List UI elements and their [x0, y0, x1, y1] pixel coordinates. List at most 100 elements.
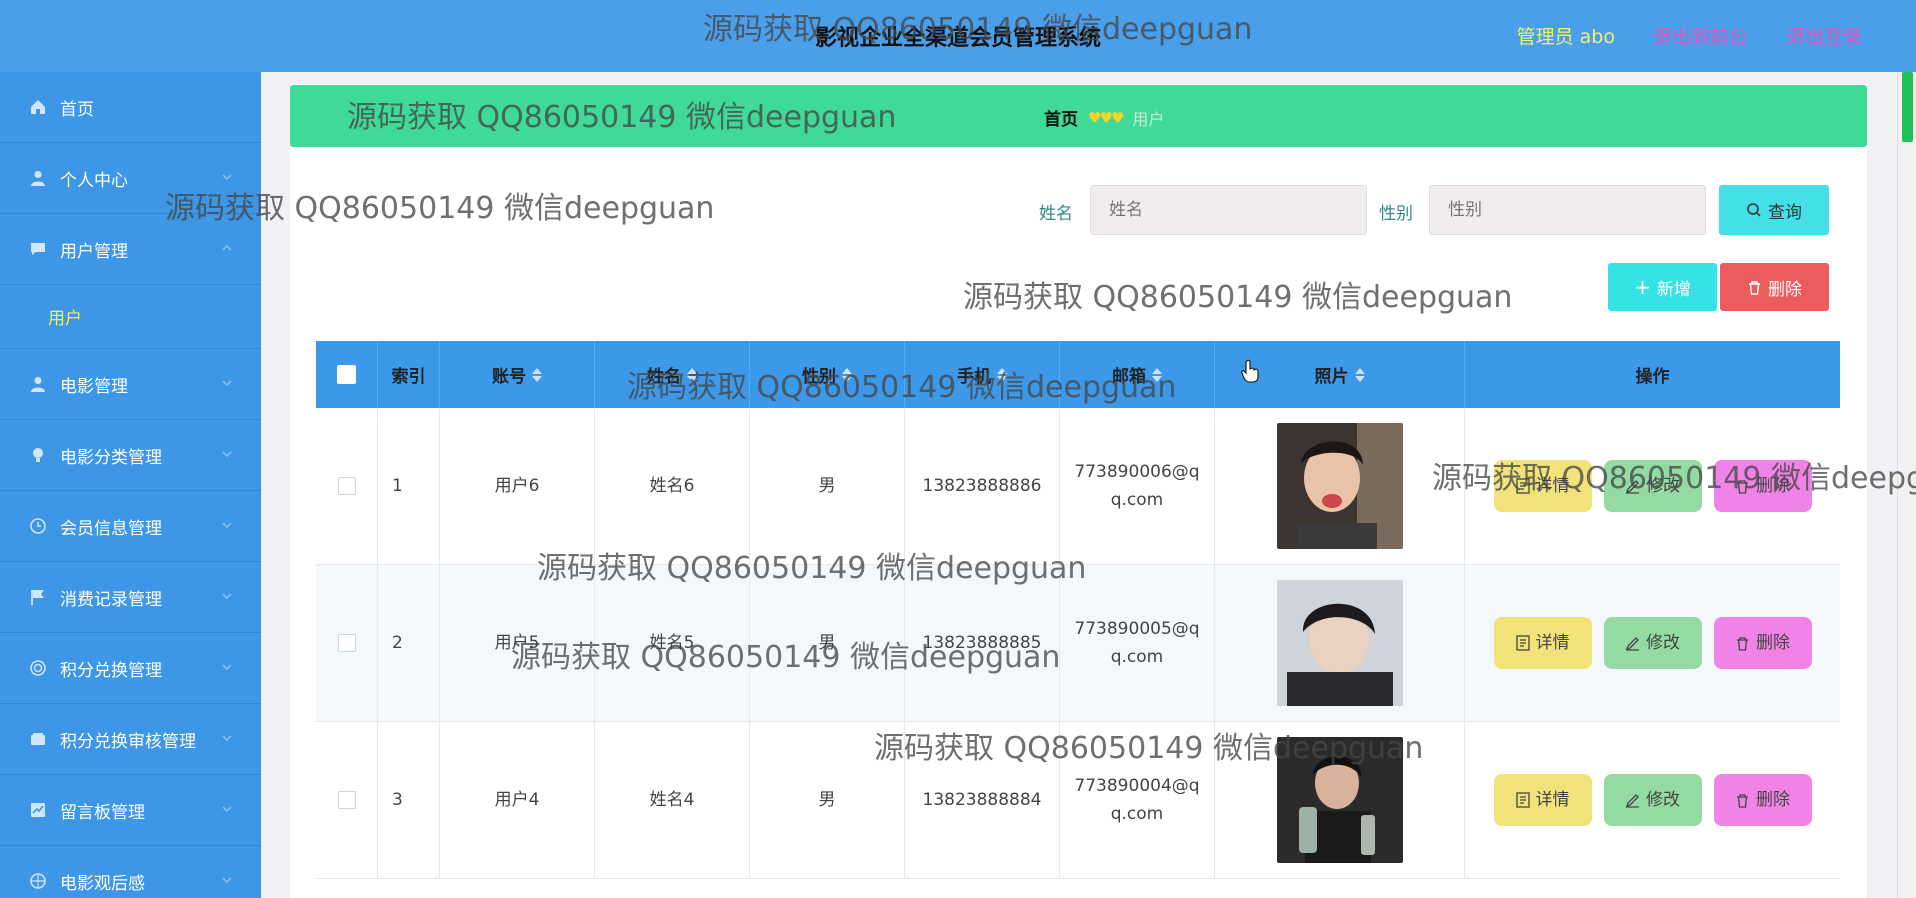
row-select-cell — [316, 722, 378, 878]
edit-label: 修改 — [1646, 633, 1680, 653]
col-gender[interactable]: 性别 — [750, 341, 905, 408]
col-label: 操作 — [1635, 367, 1670, 387]
edit-button[interactable]: 修改 — [1603, 617, 1702, 669]
sidebar-item-label: 个人中心 — [60, 170, 128, 191]
cell-index: 1 — [378, 408, 440, 564]
sidebar-item-home[interactable]: 首页 — [0, 72, 261, 143]
chat-icon — [28, 239, 48, 259]
breadcrumb-bar: 首页 ♥♥♥ 用户 — [290, 85, 1867, 147]
back-to-front-link[interactable]: 退出到前台 — [1653, 22, 1748, 49]
sidebar-item-label: 电影管理 — [60, 376, 128, 397]
page-scrollbar[interactable] — [1897, 72, 1916, 898]
sidebar-item-points-exchange[interactable]: 积分兑换管理 — [0, 633, 261, 704]
gender-label: 性别 — [1379, 204, 1413, 224]
delete-label: 删除 — [1768, 279, 1802, 300]
sidebar-item-label: 积分兑换审核管理 — [60, 731, 196, 752]
col-email[interactable]: 邮箱 — [1060, 341, 1215, 408]
select-all-checkbox[interactable] — [337, 365, 356, 384]
cell-email: 773890004@qq.com — [1060, 722, 1215, 878]
sidebar-subitem-user[interactable]: 用户 — [0, 285, 261, 349]
add-button[interactable]: + 新增 — [1608, 263, 1717, 311]
delete-button[interactable]: 删除 — [1713, 460, 1812, 512]
trash-icon — [1737, 793, 1748, 808]
bulb-icon — [28, 445, 48, 465]
row-checkbox[interactable] — [337, 634, 356, 652]
cell-name: 姓名6 — [595, 408, 750, 564]
chevron-down-icon — [222, 735, 232, 742]
row-checkbox[interactable] — [337, 791, 356, 809]
col-label: 照片 — [1314, 367, 1349, 387]
sort-icon — [687, 367, 697, 382]
sidebar-item-movie-category[interactable]: 电影分类管理 — [0, 420, 261, 491]
sidebar: 首页 个人中心 用户管理 用户 电影管理 电影分类管理 会员信息管理 消费记录管… — [0, 72, 261, 898]
user-photo[interactable] — [1276, 737, 1403, 863]
row-select-cell — [316, 565, 378, 721]
sidebar-item-message-board[interactable]: 留言板管理 — [0, 775, 261, 846]
breadcrumb-home[interactable]: 首页 — [1044, 105, 1078, 130]
table-row: 2 用户5 姓名5 男 13823888885 773890005@qq.com… — [316, 565, 1840, 722]
sidebar-item-points-audit[interactable]: 积分兑换审核管理 — [0, 704, 261, 775]
detail-button[interactable]: 详情 — [1493, 774, 1592, 826]
flag-icon — [28, 587, 48, 607]
sidebar-item-profile[interactable]: 个人中心 — [0, 143, 261, 214]
chevron-down-icon — [222, 664, 232, 671]
query-label: 查询 — [1768, 202, 1802, 223]
sidebar-item-movie-management[interactable]: 电影管理 — [0, 349, 261, 420]
sidebar-item-member-info[interactable]: 会员信息管理 — [0, 491, 261, 562]
add-label: 新增 — [1656, 279, 1691, 300]
col-index: 索引 — [378, 341, 440, 408]
name-search-input[interactable] — [1090, 185, 1367, 235]
edit-icon — [1625, 479, 1639, 494]
col-name[interactable]: 姓名 — [595, 341, 750, 408]
chevron-down-icon — [222, 174, 232, 181]
sidebar-item-label: 积分兑换管理 — [60, 660, 162, 681]
cell-name: 姓名5 — [595, 565, 750, 721]
sort-icon — [997, 367, 1007, 382]
query-button[interactable]: 查询 — [1719, 185, 1829, 235]
col-label: 索引 — [391, 367, 426, 387]
sidebar-item-label: 电影观后感 — [60, 873, 145, 894]
chevron-down-icon — [222, 451, 232, 458]
user-photo[interactable] — [1276, 580, 1403, 706]
document-icon — [1515, 792, 1530, 808]
delete-label: 删除 — [1756, 790, 1790, 810]
sort-icon — [842, 367, 852, 382]
breadcrumb-current: 用户 — [1132, 109, 1165, 129]
edit-icon — [1625, 793, 1639, 808]
chevron-down-icon — [222, 806, 232, 813]
delete-label: 删除 — [1756, 476, 1790, 496]
sidebar-item-consumption[interactable]: 消费记录管理 — [0, 562, 261, 633]
sidebar-item-label: 电影分类管理 — [60, 447, 162, 468]
col-label: 账号 — [492, 367, 526, 387]
logout-link[interactable]: 退出登录 — [1786, 22, 1862, 49]
user-photo[interactable] — [1276, 423, 1403, 549]
table-row: 1 用户6 姓名6 男 13823888886 773890006@qq.com… — [316, 408, 1840, 565]
col-label: 性别 — [802, 367, 836, 387]
circle-icon — [28, 658, 48, 678]
col-label: 姓名 — [647, 367, 681, 387]
clock-icon — [28, 516, 48, 536]
cell-index: 2 — [378, 565, 440, 721]
gender-search-input[interactable] — [1429, 185, 1706, 235]
detail-button[interactable]: 详情 — [1493, 460, 1592, 512]
col-account[interactable]: 账号 — [440, 341, 595, 408]
scrollbar-thumb[interactable] — [1902, 72, 1913, 142]
delete-button[interactable]: 删除 — [1713, 617, 1812, 669]
sidebar-item-user-management[interactable]: 用户管理 — [0, 214, 261, 285]
edit-button[interactable]: 修改 — [1603, 460, 1702, 512]
row-checkbox[interactable] — [337, 477, 356, 495]
delete-button[interactable]: 删除 — [1713, 774, 1812, 826]
edit-button[interactable]: 修改 — [1603, 774, 1702, 826]
sidebar-item-movie-review[interactable]: 电影观后感 — [0, 846, 261, 898]
detail-button[interactable]: 详情 — [1493, 617, 1592, 669]
col-phone[interactable]: 手机 — [905, 341, 1060, 408]
chevron-down-icon — [222, 522, 232, 529]
cell-account: 用户6 — [440, 408, 595, 564]
cell-photo — [1215, 408, 1465, 564]
batch-delete-button[interactable]: 删除 — [1720, 263, 1829, 311]
admin-label: 管理员 abo — [1516, 26, 1615, 48]
cell-phone: 13823888885 — [905, 565, 1060, 721]
table-header: 索引 账号 姓名 性别 手机 邮箱 照片 操作 — [316, 341, 1840, 408]
user-icon — [28, 168, 48, 188]
edit-icon — [1625, 636, 1639, 651]
